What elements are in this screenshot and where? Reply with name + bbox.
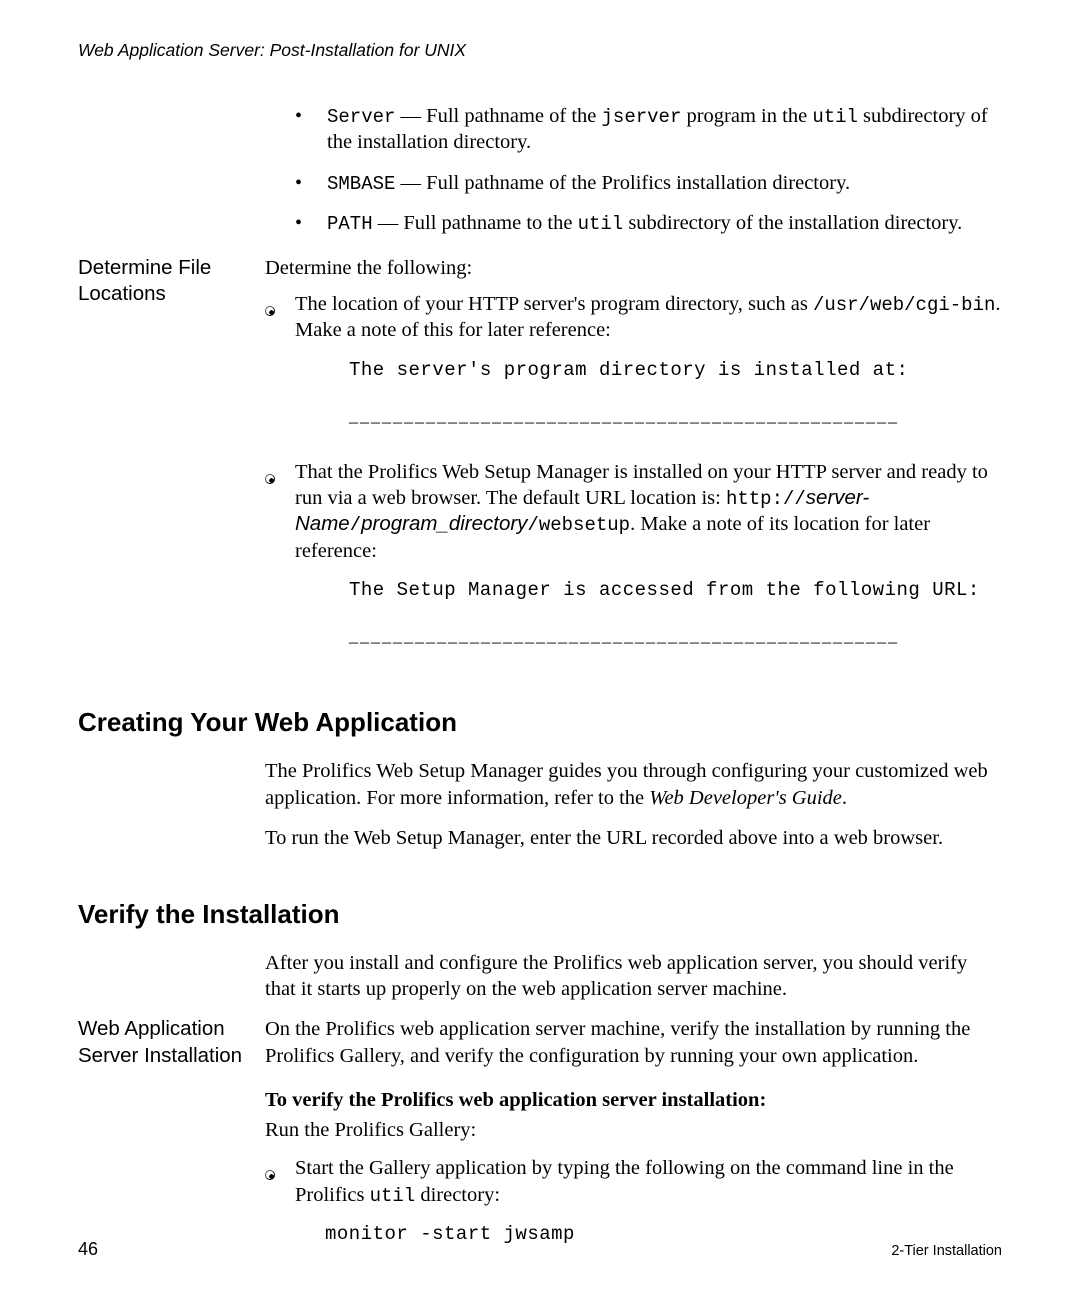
mono-line: The Setup Manager is accessed from the f… bbox=[349, 578, 1002, 602]
text: — Full pathname of the bbox=[395, 105, 601, 127]
paragraph: Run the Prolifics Gallery: bbox=[265, 1117, 1002, 1143]
text: program in the bbox=[681, 105, 812, 127]
bullet-row: Server — Full pathname of the jserver pr… bbox=[265, 103, 1002, 156]
subheading: To verify the Prolifics web application … bbox=[265, 1087, 1002, 1113]
checklist-row: Start the Gallery application by typing … bbox=[265, 1155, 1002, 1252]
code: SMBASE bbox=[327, 173, 395, 195]
paragraph: After you install and configure the Prol… bbox=[265, 950, 1002, 1002]
bullet-icon bbox=[265, 103, 327, 156]
checklist-body: The location of your HTTP server's progr… bbox=[295, 291, 1002, 449]
open-circle-icon bbox=[265, 459, 295, 669]
text: The Prolifics Web Setup Manager guides y… bbox=[265, 760, 988, 808]
text: — Full pathname of the Prolifics install… bbox=[395, 172, 850, 194]
open-circle-icon bbox=[265, 291, 295, 449]
verify-intro: After you install and configure the Prol… bbox=[265, 950, 1002, 1016]
text: — Full pathname to the bbox=[373, 212, 578, 234]
text: . bbox=[842, 787, 847, 809]
code: PATH bbox=[327, 213, 373, 235]
code: util bbox=[370, 1185, 416, 1207]
code: / bbox=[350, 514, 361, 536]
create-main: The Prolifics Web Setup Manager guides y… bbox=[265, 758, 1002, 865]
page: Web Application Server: Post-Installatio… bbox=[0, 0, 1080, 1296]
create-block: The Prolifics Web Setup Manager guides y… bbox=[78, 758, 1002, 865]
code: Server bbox=[327, 106, 395, 128]
determine-main: Determine the following: The location of… bbox=[265, 255, 1002, 680]
checklist-body: Start the Gallery application by typing … bbox=[295, 1155, 1002, 1252]
heading-verify: Verify the Installation bbox=[78, 899, 1002, 930]
verify-install-block: Web Application Server Installation On t… bbox=[78, 1016, 1002, 1262]
bullet-icon bbox=[265, 210, 327, 237]
text: directory: bbox=[415, 1184, 500, 1206]
code: util bbox=[812, 106, 858, 128]
code: util bbox=[578, 213, 624, 235]
code: jserver bbox=[602, 106, 682, 128]
bullet-body: SMBASE — Full pathname of the Prolifics … bbox=[327, 170, 1002, 197]
bullet-row: PATH — Full pathname to the util subdire… bbox=[265, 210, 1002, 237]
paragraph: The Prolifics Web Setup Manager guides y… bbox=[265, 758, 1002, 810]
footer-title: 2-Tier Installation bbox=[891, 1243, 1002, 1259]
text: That the Prolifics Web Setup Manager is … bbox=[295, 461, 988, 509]
paragraph: On the Prolifics web application server … bbox=[265, 1016, 1002, 1068]
checklist-body: That the Prolifics Web Setup Manager is … bbox=[295, 459, 1002, 669]
open-circle-icon bbox=[265, 1155, 295, 1252]
bullet-icon bbox=[265, 170, 327, 197]
fill-in-line: ________________________________________… bbox=[349, 404, 1002, 427]
verify-intro-block: After you install and configure the Prol… bbox=[78, 950, 1002, 1016]
text: The location of your HTTP server's progr… bbox=[295, 293, 813, 315]
bullet-row: SMBASE — Full pathname of the Prolifics … bbox=[265, 170, 1002, 197]
top-bullets: Server — Full pathname of the jserver pr… bbox=[265, 103, 1002, 255]
verify-main: On the Prolifics web application server … bbox=[265, 1016, 1002, 1262]
code: /usr/web/cgi-bin bbox=[813, 294, 995, 316]
side-heading-determine: Determine File Locations bbox=[78, 255, 265, 307]
determine-block: Determine File Locations Determine the f… bbox=[78, 255, 1002, 680]
italic: program_directory bbox=[361, 512, 527, 535]
heading-creating: Creating Your Web Application bbox=[78, 707, 1002, 738]
paragraph: To run the Web Setup Manager, enter the … bbox=[265, 825, 1002, 851]
page-number: 46 bbox=[78, 1239, 98, 1260]
top-bullets-block: Server — Full pathname of the jserver pr… bbox=[78, 103, 1002, 255]
footer: 46 2-Tier Installation bbox=[78, 1239, 1002, 1260]
checklist-row: That the Prolifics Web Setup Manager is … bbox=[265, 459, 1002, 669]
intro: Determine the following: bbox=[265, 255, 1002, 281]
text: subdirectory of the installation directo… bbox=[623, 212, 962, 234]
mono-line: The server's program directory is instal… bbox=[349, 358, 1002, 382]
italic: Web Developer's Guide bbox=[649, 787, 842, 809]
bullet-body: Server — Full pathname of the jserver pr… bbox=[327, 103, 1002, 156]
code: websetup bbox=[539, 514, 630, 536]
fill-in-line: ________________________________________… bbox=[349, 624, 1002, 647]
side-heading-webapp: Web Application Server Installation bbox=[78, 1016, 265, 1068]
code: http:// bbox=[726, 488, 806, 510]
code: / bbox=[527, 514, 538, 536]
bullet-body: PATH — Full pathname to the util subdire… bbox=[327, 210, 1002, 237]
running-head: Web Application Server: Post-Installatio… bbox=[78, 40, 1002, 61]
checklist-row: The location of your HTTP server's progr… bbox=[265, 291, 1002, 449]
